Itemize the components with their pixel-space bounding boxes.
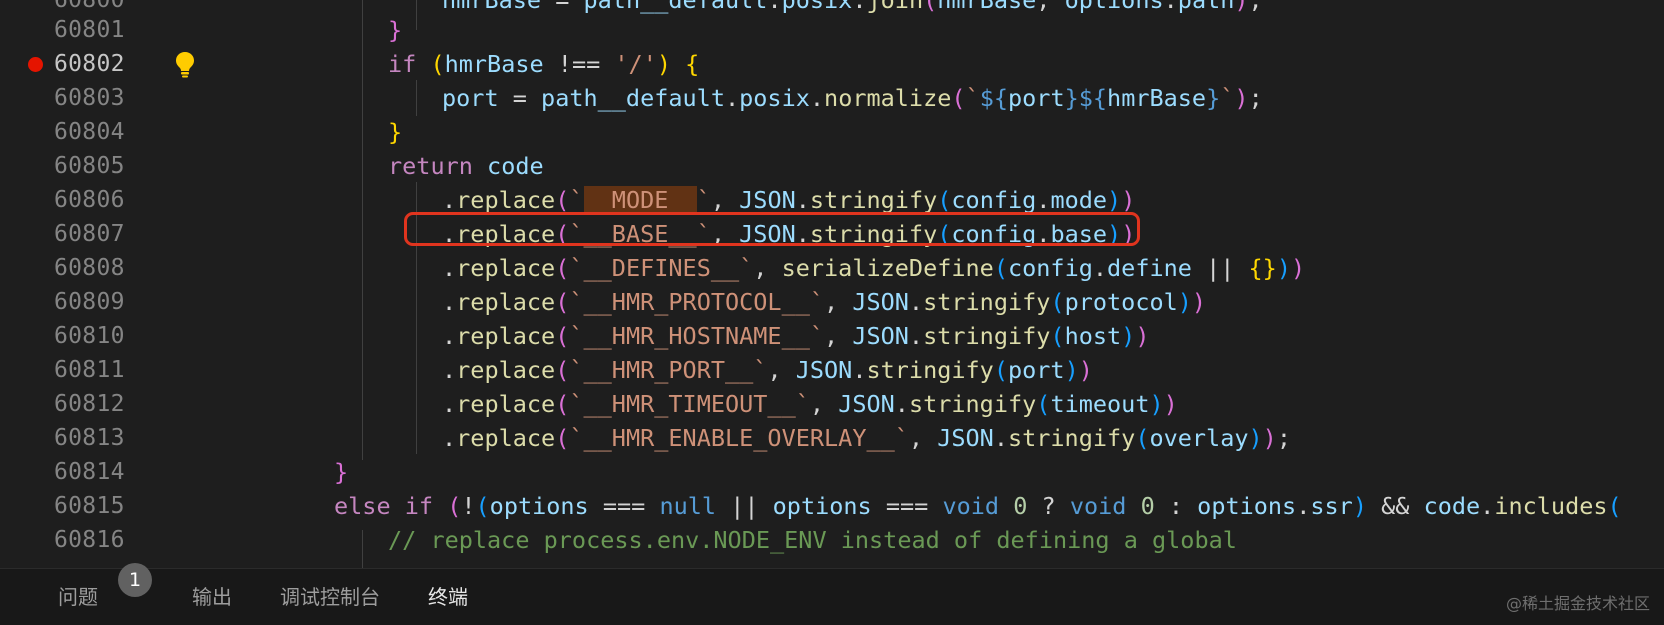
- code-line[interactable]: 60813 .replace(`__HMR_ENABLE_OVERLAY__`,…: [0, 420, 1664, 456]
- tab-debug-console[interactable]: 调试控制台: [280, 569, 380, 625]
- line-number: 60807: [54, 221, 125, 247]
- watermark: @稀土掘金技术社区: [1505, 594, 1650, 613]
- code-text: .replace(`__HMR_TIMEOUT__`, JSON.stringi…: [442, 390, 1178, 418]
- line-number: 60802: [54, 51, 125, 77]
- breakpoint-icon[interactable]: [28, 57, 43, 72]
- code-line[interactable]: 60815 else if (!(options === null || opt…: [0, 488, 1664, 524]
- tab-terminal[interactable]: 终端: [428, 569, 468, 625]
- line-number: 60815: [54, 493, 125, 519]
- annotation-highlight-box: [404, 212, 1140, 246]
- line-number: 60804: [54, 119, 125, 145]
- line-number: 60813: [54, 425, 125, 451]
- code-line[interactable]: 60801 }: [0, 12, 1664, 48]
- code-text: if (hmrBase !== '/') {: [388, 50, 700, 78]
- code-text: else if (!(options === null || options =…: [334, 492, 1622, 520]
- code-text: }: [388, 118, 403, 146]
- bottom-panel: 问题 输出 调试控制台 终端: [0, 568, 1664, 625]
- code-line[interactable]: 60810 .replace(`__HMR_HOSTNAME__`, JSON.…: [0, 318, 1664, 354]
- code-line[interactable]: 60808 .replace(`__DEFINES__`, serializeD…: [0, 250, 1664, 286]
- code-line[interactable]: 60816 // replace process.env.NODE_ENV in…: [0, 522, 1664, 558]
- code-text: }: [388, 16, 403, 44]
- line-number: 60811: [54, 357, 125, 383]
- code-line[interactable]: 60804 }: [0, 114, 1664, 150]
- line-number: 60816: [54, 527, 125, 553]
- line-number: 60808: [54, 255, 125, 281]
- code-line[interactable]: 60811 .replace(`__HMR_PORT__`, JSON.stri…: [0, 352, 1664, 388]
- code-text: .replace(`__HMR_PROTOCOL__`, JSON.string…: [442, 288, 1207, 316]
- line-number: 60814: [54, 459, 125, 485]
- line-number: 60810: [54, 323, 125, 349]
- code-line[interactable]: 60803 port = path__default.posix.normali…: [0, 80, 1664, 116]
- code-text: .replace(`__DEFINES__`, serializeDefine(…: [442, 254, 1306, 282]
- line-number: 60801: [54, 17, 125, 43]
- code-editor[interactable]: 60800 hmrBase = path__default.posix.join…: [0, 0, 1664, 568]
- line-number: 60805: [54, 153, 125, 179]
- code-line[interactable]: 60814 }: [0, 454, 1664, 490]
- code-line[interactable]: 60812 .replace(`__HMR_TIMEOUT__`, JSON.s…: [0, 386, 1664, 422]
- line-number: 60812: [54, 391, 125, 417]
- code-text: .replace(`__HMR_PORT__`, JSON.stringify(…: [442, 356, 1093, 384]
- tab-problems[interactable]: 问题: [58, 569, 98, 625]
- code-line[interactable]: 60802 if (hmrBase !== '/') {: [0, 46, 1664, 82]
- lightbulb-icon[interactable]: [174, 50, 196, 78]
- code-text: .replace(`__HMR_ENABLE_OVERLAY__`, JSON.…: [442, 424, 1291, 452]
- code-text: return code: [388, 152, 544, 180]
- code-line[interactable]: 60805 return code: [0, 148, 1664, 184]
- code-text: .replace(`__HMR_HOSTNAME__`, JSON.string…: [442, 322, 1150, 350]
- code-text: port = path__default.posix.normalize(`${…: [442, 84, 1263, 112]
- line-number: 60803: [54, 85, 125, 111]
- code-text: }: [334, 458, 349, 486]
- code-comment: // replace process.env.NODE_ENV instead …: [388, 526, 1237, 554]
- problems-count-badge: 1: [118, 563, 152, 597]
- tab-output[interactable]: 输出: [192, 569, 232, 625]
- line-number: 60809: [54, 289, 125, 315]
- code-line[interactable]: 60809 .replace(`__HMR_PROTOCOL__`, JSON.…: [0, 284, 1664, 320]
- line-number: 60806: [54, 187, 125, 213]
